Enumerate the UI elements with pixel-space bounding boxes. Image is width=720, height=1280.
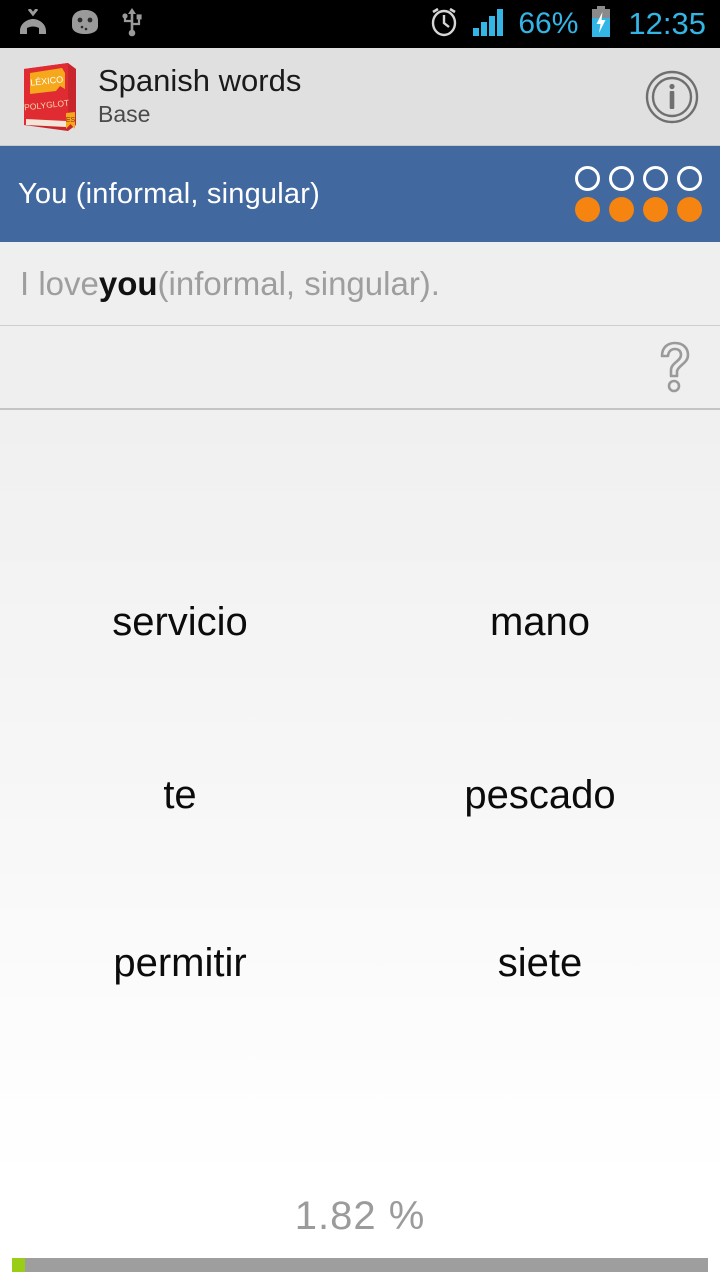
progress-dot-filled: [575, 197, 600, 222]
progress-dot-filled: [643, 197, 668, 222]
app-header: LÉXICO POLYGLOT ES Spanish words Base: [0, 48, 720, 146]
option-row: permitir siete: [0, 923, 720, 1180]
progress-dots-bottom-row: [575, 197, 702, 222]
answer-input-row[interactable]: [0, 326, 720, 410]
progress-dot-empty: [677, 166, 702, 191]
usb-icon: [122, 7, 142, 42]
sentence-before: I love: [20, 264, 99, 302]
option-row: te pescado: [0, 667, 720, 924]
battery-charging-icon: [590, 5, 612, 43]
progress-dot-empty: [609, 166, 634, 191]
progress-dot-empty: [643, 166, 668, 191]
app-screen: 66% 12:35 LÉXICO POLYGLOT ES Spanish wor…: [0, 0, 720, 1280]
missed-call-icon: [18, 7, 48, 40]
battery-percent-label: 66%: [518, 7, 579, 40]
page-title: Spanish words: [98, 63, 302, 99]
info-icon[interactable]: [644, 69, 700, 125]
deck-subtitle: Base: [98, 101, 151, 128]
progress-percent-label: 1.82 %: [294, 1194, 426, 1238]
progress-bar-fill: [12, 1258, 25, 1272]
option-row: servicio mano: [0, 410, 720, 667]
clock-label: 12:35: [628, 6, 706, 41]
progress-dot-filled: [677, 197, 702, 222]
progress-bar-track: [12, 1258, 708, 1272]
app-title-block: Spanish words Base: [98, 64, 301, 128]
option-button[interactable]: permitir: [0, 923, 360, 1180]
progress-dots: [575, 166, 702, 222]
option-button[interactable]: te: [0, 667, 360, 924]
question-mark-icon[interactable]: [652, 340, 698, 394]
lexico-polyglot-book-icon: LÉXICO POLYGLOT ES: [18, 61, 82, 133]
status-bar-left-icons: [18, 7, 142, 42]
example-sentence: I love you (informal, singular).: [0, 242, 720, 326]
status-bar: 66% 12:35: [0, 0, 720, 48]
answer-options-grid: servicio mano te pescado permitir siete: [0, 410, 720, 1180]
question-prompt: You (informal, singular): [18, 177, 320, 210]
option-button[interactable]: pescado: [360, 667, 720, 924]
android-debug-icon: [68, 9, 102, 40]
option-button[interactable]: mano: [360, 410, 720, 667]
question-bar: You (informal, singular): [0, 146, 720, 242]
option-button[interactable]: siete: [360, 923, 720, 1180]
alarm-clock-icon: [428, 6, 460, 43]
progress-dot-empty: [575, 166, 600, 191]
option-button[interactable]: servicio: [0, 410, 360, 667]
status-bar-right: 66% 12:35: [428, 5, 706, 43]
signal-bars-icon: [472, 7, 506, 42]
progress-dot-filled: [609, 197, 634, 222]
svg-text:ES: ES: [66, 117, 76, 124]
sentence-highlight: you: [98, 264, 158, 302]
sentence-after: (informal, singular).: [157, 264, 440, 302]
progress-dots-top-row: [575, 166, 702, 191]
